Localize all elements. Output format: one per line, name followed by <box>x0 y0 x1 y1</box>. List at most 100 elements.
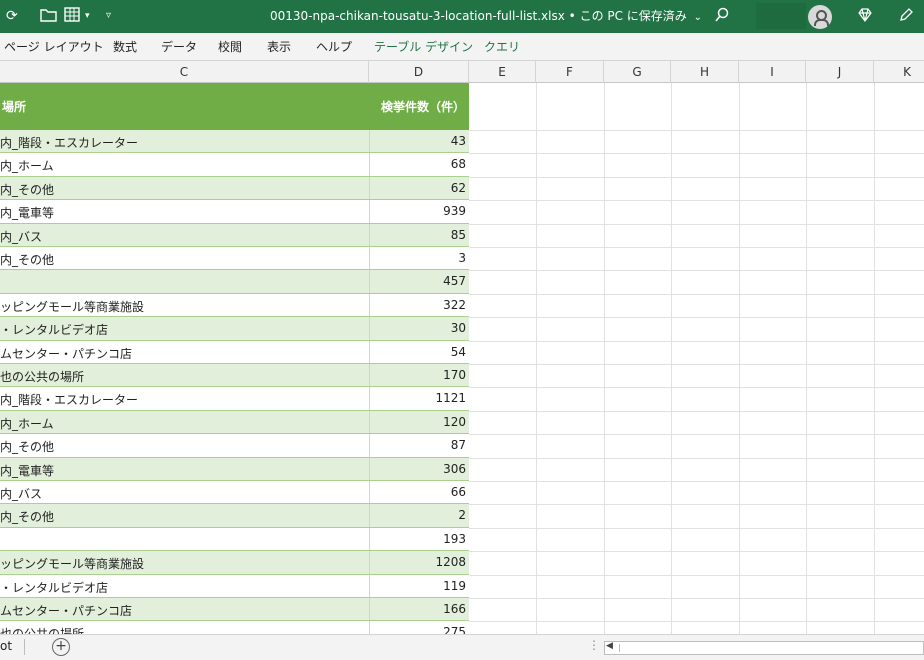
table-row[interactable]: 内_その他 62 <box>0 176 469 201</box>
cell-count[interactable]: 30 <box>369 317 469 340</box>
cell-location[interactable]: ッピングモール等商業施設 <box>0 298 144 315</box>
column-header-j[interactable]: J <box>806 61 874 83</box>
cell-count[interactable]: 306 <box>369 457 469 480</box>
cell-location[interactable]: 内_その他 <box>0 181 54 198</box>
table-row[interactable]: 内_ホーム 68 <box>0 153 469 177</box>
tab-page-layout[interactable]: ページ レイアウト <box>4 39 104 55</box>
cell-count[interactable]: 3 <box>369 247 469 270</box>
header-location[interactable]: 場所 <box>2 98 26 115</box>
account-icon[interactable] <box>808 5 832 29</box>
table-header-row[interactable]: 場所 検挙件数（件） <box>0 83 469 130</box>
cell-location[interactable]: ムセンター・パチンコ店 <box>0 345 132 362</box>
cell-count[interactable]: 66 <box>369 481 469 504</box>
window-title[interactable]: 00130-npa-chikan-tousatu-3-location-full… <box>270 8 702 26</box>
cell-count[interactable]: 939 <box>369 200 469 223</box>
horizontal-scrollbar[interactable]: ◀ <box>604 641 924 655</box>
cell-location[interactable]: 内_バス <box>0 228 42 245</box>
cell-count[interactable]: 275 <box>369 621 469 634</box>
header-arrest-count[interactable]: 検挙件数（件） <box>381 98 465 115</box>
cell-location[interactable]: 内_ホーム <box>0 415 54 432</box>
table-row[interactable]: 内_ホーム 120 <box>0 410 469 435</box>
column-header-k[interactable]: K <box>874 61 924 83</box>
cell-location[interactable]: 也の公共の場所 <box>0 368 84 385</box>
cell-count[interactable]: 87 <box>369 434 469 457</box>
tab-query[interactable]: クエリ <box>484 39 520 55</box>
tab-view[interactable]: 表示 <box>267 39 291 55</box>
scroll-thumb[interactable] <box>619 644 919 652</box>
column-header-c[interactable]: C <box>0 61 369 83</box>
table-row[interactable]: 内_その他 2 <box>0 504 469 528</box>
tab-table-design[interactable]: テーブル デザイン <box>374 39 473 55</box>
table-row[interactable]: 内_階段・エスカレーター 43 <box>0 130 469 154</box>
chevron-down-icon[interactable]: ▾ <box>85 7 90 25</box>
table-row[interactable]: 内_その他 87 <box>0 434 469 458</box>
cell-location[interactable]: 内_階段・エスカレーター <box>0 134 138 151</box>
table-row[interactable]: ッピングモール等商業施設 322 <box>0 293 469 318</box>
table-row[interactable]: ムセンター・パチンコ店 54 <box>0 340 469 364</box>
sheet-tab[interactable]: ot <box>0 639 12 653</box>
table-row[interactable]: 也の公共の場所 275 <box>0 621 469 634</box>
cell-count[interactable]: 166 <box>369 598 469 621</box>
table-row[interactable]: ・レンタルビデオ店 30 <box>0 317 469 341</box>
tab-review[interactable]: 校閲 <box>218 39 242 55</box>
table-row[interactable]: ・レンタルビデオ店 119 <box>0 574 469 598</box>
cell-count[interactable]: 120 <box>369 410 469 434</box>
table-row[interactable]: 内_バス 85 <box>0 223 469 247</box>
add-sheet-icon[interactable]: + <box>52 638 70 656</box>
cell-location[interactable]: 内_電車等 <box>0 462 54 479</box>
cell-location[interactable]: ムセンター・パチンコ店 <box>0 602 132 619</box>
cell-count[interactable]: 170 <box>369 364 469 387</box>
redo-icon[interactable]: ⟳ <box>6 7 18 25</box>
column-header-g[interactable]: G <box>604 61 671 83</box>
cell-location[interactable]: 内_バス <box>0 485 42 502</box>
cell-count[interactable]: 193 <box>369 527 469 551</box>
column-header-e[interactable]: E <box>469 61 536 83</box>
open-folder-icon[interactable] <box>40 7 58 28</box>
table-row[interactable]: 内_バス 66 <box>0 481 469 505</box>
table-row[interactable]: 内_電車等 306 <box>0 457 469 481</box>
cell-count[interactable]: 68 <box>369 153 469 176</box>
cell-location[interactable]: 内_ホーム <box>0 157 54 174</box>
tab-data[interactable]: データ <box>161 39 197 55</box>
table-row[interactable]: 193 <box>0 527 469 552</box>
cell-location[interactable]: 内_階段・エスカレーター <box>0 391 138 408</box>
cell-count[interactable]: 119 <box>369 574 469 597</box>
cell-count[interactable]: 54 <box>369 340 469 363</box>
table-icon[interactable] <box>64 7 82 28</box>
cell-count[interactable]: 1208 <box>369 551 469 574</box>
cell-location[interactable]: 内_その他 <box>0 438 54 455</box>
cell-count[interactable]: 457 <box>369 270 469 293</box>
column-header-h[interactable]: H <box>671 61 739 83</box>
tab-formulas[interactable]: 数式 <box>113 39 137 55</box>
table-row[interactable]: 457 <box>0 270 469 294</box>
tab-help[interactable]: ヘルプ <box>316 39 352 55</box>
cell-count[interactable]: 85 <box>369 223 469 246</box>
column-header-i[interactable]: I <box>739 61 806 83</box>
table-row[interactable]: 内_その他 3 <box>0 247 469 271</box>
cell-location[interactable]: 内_電車等 <box>0 204 54 221</box>
account-name-box[interactable] <box>756 3 806 29</box>
cell-location[interactable]: ・レンタルビデオ店 <box>0 579 108 596</box>
table-row[interactable]: 内_階段・エスカレーター 1121 <box>0 387 469 411</box>
table-row[interactable]: ムセンター・パチンコ店 166 <box>0 598 469 622</box>
cell-location[interactable]: 也の公共の場所 <box>0 625 84 634</box>
customize-icon[interactable]: ▿ <box>106 7 111 25</box>
cell-location[interactable]: 内_その他 <box>0 508 54 525</box>
cell-location[interactable]: ッピングモール等商業施設 <box>0 555 144 572</box>
table-row[interactable]: 也の公共の場所 170 <box>0 364 469 388</box>
cell-count[interactable]: 62 <box>369 176 469 200</box>
pen-icon[interactable] <box>898 7 914 28</box>
scroll-left-icon[interactable]: ◀ <box>606 641 613 651</box>
table-row[interactable]: ッピングモール等商業施設 1208 <box>0 551 469 575</box>
column-header-d[interactable]: D <box>369 61 469 83</box>
table-row[interactable]: 内_電車等 939 <box>0 200 469 224</box>
search-icon[interactable] <box>714 7 730 28</box>
column-header-f[interactable]: F <box>536 61 604 83</box>
splitter-handle-icon[interactable]: ⋮ <box>588 638 600 652</box>
cell-count[interactable]: 322 <box>369 293 469 317</box>
cell-location[interactable]: ・レンタルビデオ店 <box>0 321 108 338</box>
cell-count[interactable]: 2 <box>369 504 469 527</box>
cell-count[interactable]: 43 <box>369 130 469 153</box>
diamond-icon[interactable] <box>857 7 873 28</box>
cell-location[interactable]: 内_その他 <box>0 251 54 268</box>
